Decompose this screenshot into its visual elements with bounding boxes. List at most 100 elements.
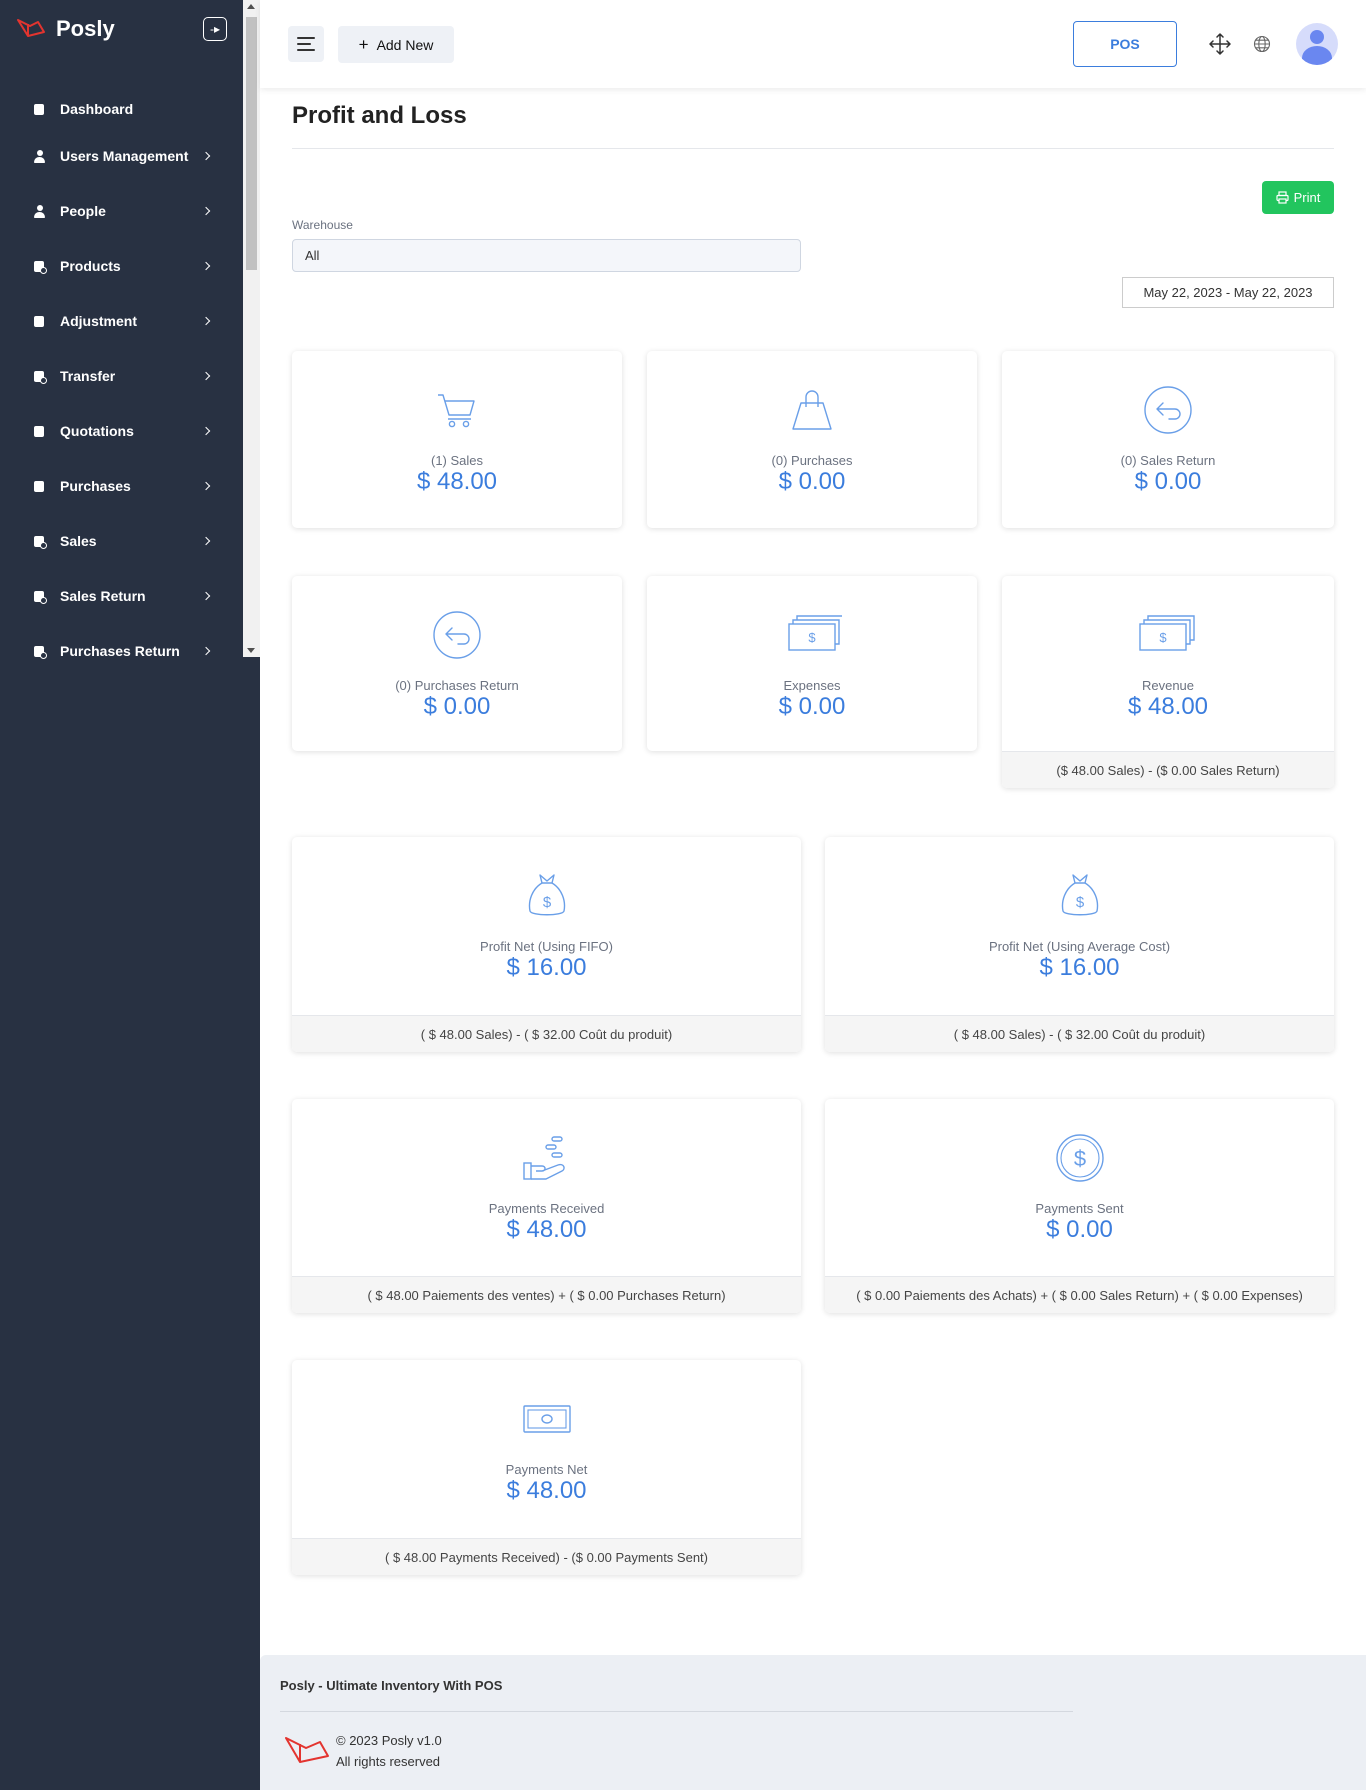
globe-icon[interactable] [1253,35,1271,53]
page-title: Profit and Loss [292,102,467,129]
sidebar-item-dashboard[interactable]: Dashboard [0,90,243,128]
cash-stack-icon: $ [788,615,842,651]
card-value: $ 0.00 [1046,1216,1113,1243]
sidebar-item-label: Purchases Return [60,642,180,659]
add-new-button[interactable]: + Add New [338,26,454,63]
sidebar-item-label: Transfer [60,367,116,384]
transfer-icon [34,369,47,384]
scroll-down-icon[interactable] [247,648,255,653]
sidebar-item-quotations[interactable]: Quotations [0,403,243,458]
quotations-icon [34,424,45,438]
sidebar-item-label: People [60,202,106,219]
print-button[interactable]: Print [1262,181,1334,214]
card-label: (0) Purchases Return [395,678,519,693]
scroll-up-icon[interactable] [247,4,255,9]
banknote-icon [522,1405,571,1433]
hand-coins-icon [522,1136,565,1180]
footer-title: Posly - Ultimate Inventory With POS [280,1678,503,1693]
sidebar: Posly -▸ Dashboard Users Management Peop… [0,0,260,1790]
brand-name: Posly [56,16,115,41]
sidebar-scrollbar[interactable] [243,0,260,657]
svg-text:$: $ [1159,630,1167,645]
hamburger-icon [297,37,315,39]
chevron-right-icon [201,261,211,270]
card-label: Payments Sent [1035,1201,1124,1216]
card-value: $ 0.00 [778,468,846,495]
sidebar-item-label: Adjustment [60,312,137,329]
card-value: $ 0.00 [1134,468,1202,495]
footer-divider [280,1711,1073,1712]
sidebar-item-sales-return[interactable]: Sales Return [0,568,243,623]
card-label: Profit Net (Using FIFO) [480,939,613,954]
sidebar-item-label: Quotations [60,422,134,439]
sidebar-item-label: Sales [60,532,97,549]
payments-sent-card: $ Payments Sent $ 0.00 ( $ 0.00 Paiement… [825,1099,1334,1313]
sidebar-collapse-button[interactable]: -▸ [203,17,227,41]
date-range-picker[interactable]: May 22, 2023 - May 22, 2023 [1122,277,1334,308]
svg-text:$: $ [808,630,816,645]
money-bag-icon: $ [1061,874,1098,916]
card-footer: ( $ 48.00 Paiements des ventes) + ( $ 0.… [292,1276,801,1313]
cash-stack-icon: $ [1139,615,1195,651]
sidebar-item-purchases[interactable]: Purchases [0,458,243,513]
svg-text:$: $ [1073,1146,1085,1171]
purchases-card: (0) Purchases $ 0.00 [647,351,977,528]
pos-button[interactable]: POS [1073,21,1177,67]
purchases-return-card: (0) Purchases Return $ 0.00 [292,576,622,751]
scrollbar-thumb[interactable] [246,17,257,270]
sidebar-item-users-management[interactable]: Users Management [0,128,243,183]
shopping-cart-icon [438,394,475,428]
card-label: Expenses [783,678,841,693]
return-arrow-icon [433,611,481,659]
purchases-return-icon [34,644,47,659]
people-icon [34,204,45,218]
expenses-card: $ Expenses $ 0.00 [647,576,977,751]
card-label: (1) Sales [430,453,484,468]
title-divider [292,148,1334,149]
sidebar-item-label: Dashboard [60,101,134,117]
sidebar-item-purchases-return[interactable]: Purchases Return [0,623,243,678]
card-value: $ 16.00 [1039,954,1120,981]
card-value: $ 48.00 [416,468,498,495]
purchases-icon [34,479,45,493]
print-label: Print [1293,190,1321,205]
sidebar-item-products[interactable]: Products [0,238,243,293]
card-footer: ( $ 48.00 Payments Received) - ($ 0.00 P… [292,1538,801,1575]
sidebar-item-people[interactable]: People [0,183,243,238]
printer-icon [1276,191,1289,204]
copyright-text: © 2023 Posly v1.0 [336,1733,442,1748]
money-bag-icon: $ [528,874,565,916]
sidebar-nav: Dashboard Users Management People Produc… [0,90,243,678]
fullscreen-move-icon[interactable] [1209,33,1231,55]
posly-logo-icon [285,1737,329,1763]
hamburger-line [297,49,315,51]
sidebar-item-label: Sales Return [60,587,146,604]
menu-toggle-button[interactable] [288,26,324,62]
payments-net-card: Payments Net $ 48.00 ( $ 48.00 Payments … [292,1360,801,1575]
profit-average-card: $ Profit Net (Using Average Cost) $ 16.0… [825,837,1334,1052]
chevron-right-icon [201,426,211,435]
dashboard-icon [34,102,45,116]
chevron-right-icon [201,481,211,490]
revenue-card: $ Revenue $ 48.00 ($ 48.00 Sales) - ($ 0… [1002,576,1334,788]
sidebar-item-label: Users Management [60,147,189,164]
warehouse-select[interactable]: All [292,239,801,272]
payments-received-card: Payments Received $ 48.00 ( $ 48.00 Paie… [292,1099,801,1313]
card-footer: ( $ 0.00 Paiements des Achats) + ( $ 0.0… [825,1276,1334,1313]
profit-fifo-card: $ Profit Net (Using FIFO) $ 16.00 ( $ 48… [292,837,801,1052]
svg-text:$: $ [542,894,551,911]
shopping-bag-icon [792,390,832,430]
posly-logo-icon [17,19,45,37]
sidebar-item-transfer[interactable]: Transfer [0,348,243,403]
chevron-right-icon [201,646,211,655]
footer-copyright: © 2023 Posly v1.0 All rights reserved [336,1730,442,1772]
user-avatar[interactable] [1296,23,1338,65]
hamburger-line [297,43,311,45]
sales-return-card: (0) Sales Return $ 0.00 [1002,351,1334,528]
sidebar-item-adjustment[interactable]: Adjustment [0,293,243,348]
card-value: $ 48.00 [506,1216,587,1243]
chevron-right-icon [201,591,211,600]
sidebar-item-sales[interactable]: Sales [0,513,243,568]
brand[interactable]: Posly [16,14,115,44]
sales-icon [34,534,47,549]
